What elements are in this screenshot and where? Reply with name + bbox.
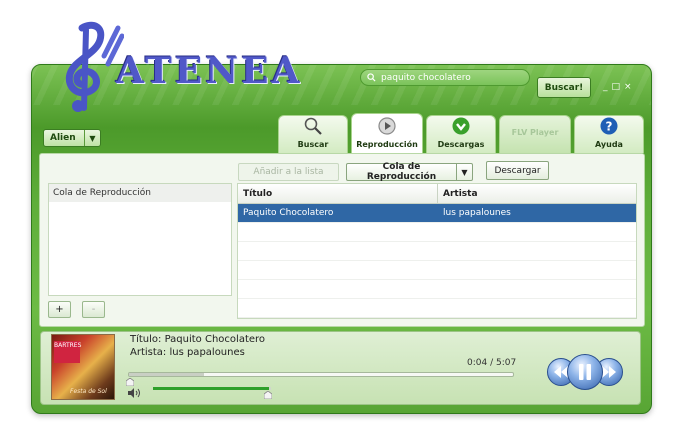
tab-ayuda[interactable]: ? Ayuda	[574, 115, 644, 153]
column-header-artist[interactable]: Artista	[438, 184, 478, 203]
skin-dropdown[interactable]: Alien ▼	[43, 129, 101, 147]
speaker-icon[interactable]	[127, 387, 143, 399]
svg-text:?: ?	[606, 120, 613, 134]
tab-buscar[interactable]: Buscar	[278, 115, 348, 153]
download-icon	[451, 116, 471, 136]
tab-label: FLV Player	[511, 128, 559, 137]
window-controls: _ □ ×	[603, 82, 632, 92]
add-to-list-button[interactable]: Añadir a la lista	[238, 163, 339, 181]
playback-time: 0:04 / 5:07	[467, 358, 517, 368]
search-input[interactable]	[381, 72, 521, 83]
add-playlist-button[interactable]: +	[48, 301, 71, 318]
volume-fill	[153, 387, 269, 390]
app-logo: ATENEA	[34, 20, 299, 115]
volume-thumb[interactable]	[264, 391, 272, 399]
chevron-down-icon: ▼	[84, 130, 100, 146]
table-row-empty	[238, 242, 636, 261]
cover-subtitle: Festa de Sol	[70, 388, 107, 395]
pause-icon	[579, 364, 591, 380]
close-button[interactable]: ×	[624, 82, 632, 92]
tab-descargas[interactable]: Descargas	[426, 115, 496, 153]
playlist-sidebar-item[interactable]: Cola de Reproducción	[49, 184, 231, 202]
logo-text: ATENEA	[116, 50, 303, 92]
now-playing-artist: Artista: lus papalounes	[130, 347, 245, 358]
tab-label: Buscar	[297, 140, 329, 149]
main-tabs: Buscar Reproducción Descargas FLV Player…	[278, 113, 644, 153]
search-icon	[367, 73, 376, 82]
tab-label: Descargas	[437, 140, 485, 149]
remove-playlist-button[interactable]: -	[82, 301, 105, 318]
download-button[interactable]: Descargar	[486, 161, 549, 180]
tab-flv-player[interactable]: FLV Player	[499, 115, 571, 153]
skin-dropdown-label: Alien	[50, 133, 76, 143]
table-header: Título Artista	[238, 184, 636, 204]
maximize-button[interactable]: □	[612, 82, 621, 92]
tab-reproduccion[interactable]: Reproducción	[351, 113, 423, 153]
playlist-sidebar[interactable]: Cola de Reproducción	[48, 183, 232, 296]
search-box[interactable]	[360, 69, 530, 86]
tab-label: Reproducción	[356, 140, 418, 149]
album-cover: BARTRES Festa de Sol	[51, 334, 115, 400]
treble-clef-icon	[65, 21, 125, 112]
track-table: Título Artista Paquito Chocolatero lus p…	[237, 183, 637, 319]
pause-button[interactable]	[567, 354, 603, 390]
cover-title: BARTRES	[54, 341, 81, 363]
fast-forward-icon	[602, 366, 616, 378]
table-row-empty	[238, 280, 636, 299]
tab-label: Ayuda	[595, 140, 623, 149]
play-circle-icon	[377, 116, 397, 136]
table-row-empty	[238, 299, 636, 318]
help-icon: ?	[599, 116, 619, 136]
cell-artist: lus papalounes	[443, 208, 511, 218]
progress-thumb[interactable]	[126, 378, 134, 386]
volume-slider[interactable]	[153, 387, 271, 390]
chevron-down-icon: ▼	[456, 164, 472, 180]
search-button[interactable]: Buscar!	[537, 77, 591, 98]
cell-title: Paquito Chocolatero	[243, 208, 334, 218]
column-header-title[interactable]: Título	[238, 184, 438, 203]
list-select-label: Cola de Reproducción	[366, 162, 437, 182]
progress-bar[interactable]	[128, 372, 514, 377]
table-row-empty	[238, 223, 636, 242]
table-row[interactable]: Paquito Chocolatero lus papalounes	[238, 204, 636, 223]
progress-fill	[129, 373, 205, 376]
table-row-empty	[238, 261, 636, 280]
minimize-button[interactable]: _	[603, 82, 608, 92]
now-playing-title: Título: Paquito Chocolatero	[130, 334, 266, 345]
magnifier-icon	[303, 116, 323, 136]
list-select[interactable]: Cola de Reproducción ▼	[346, 162, 473, 182]
